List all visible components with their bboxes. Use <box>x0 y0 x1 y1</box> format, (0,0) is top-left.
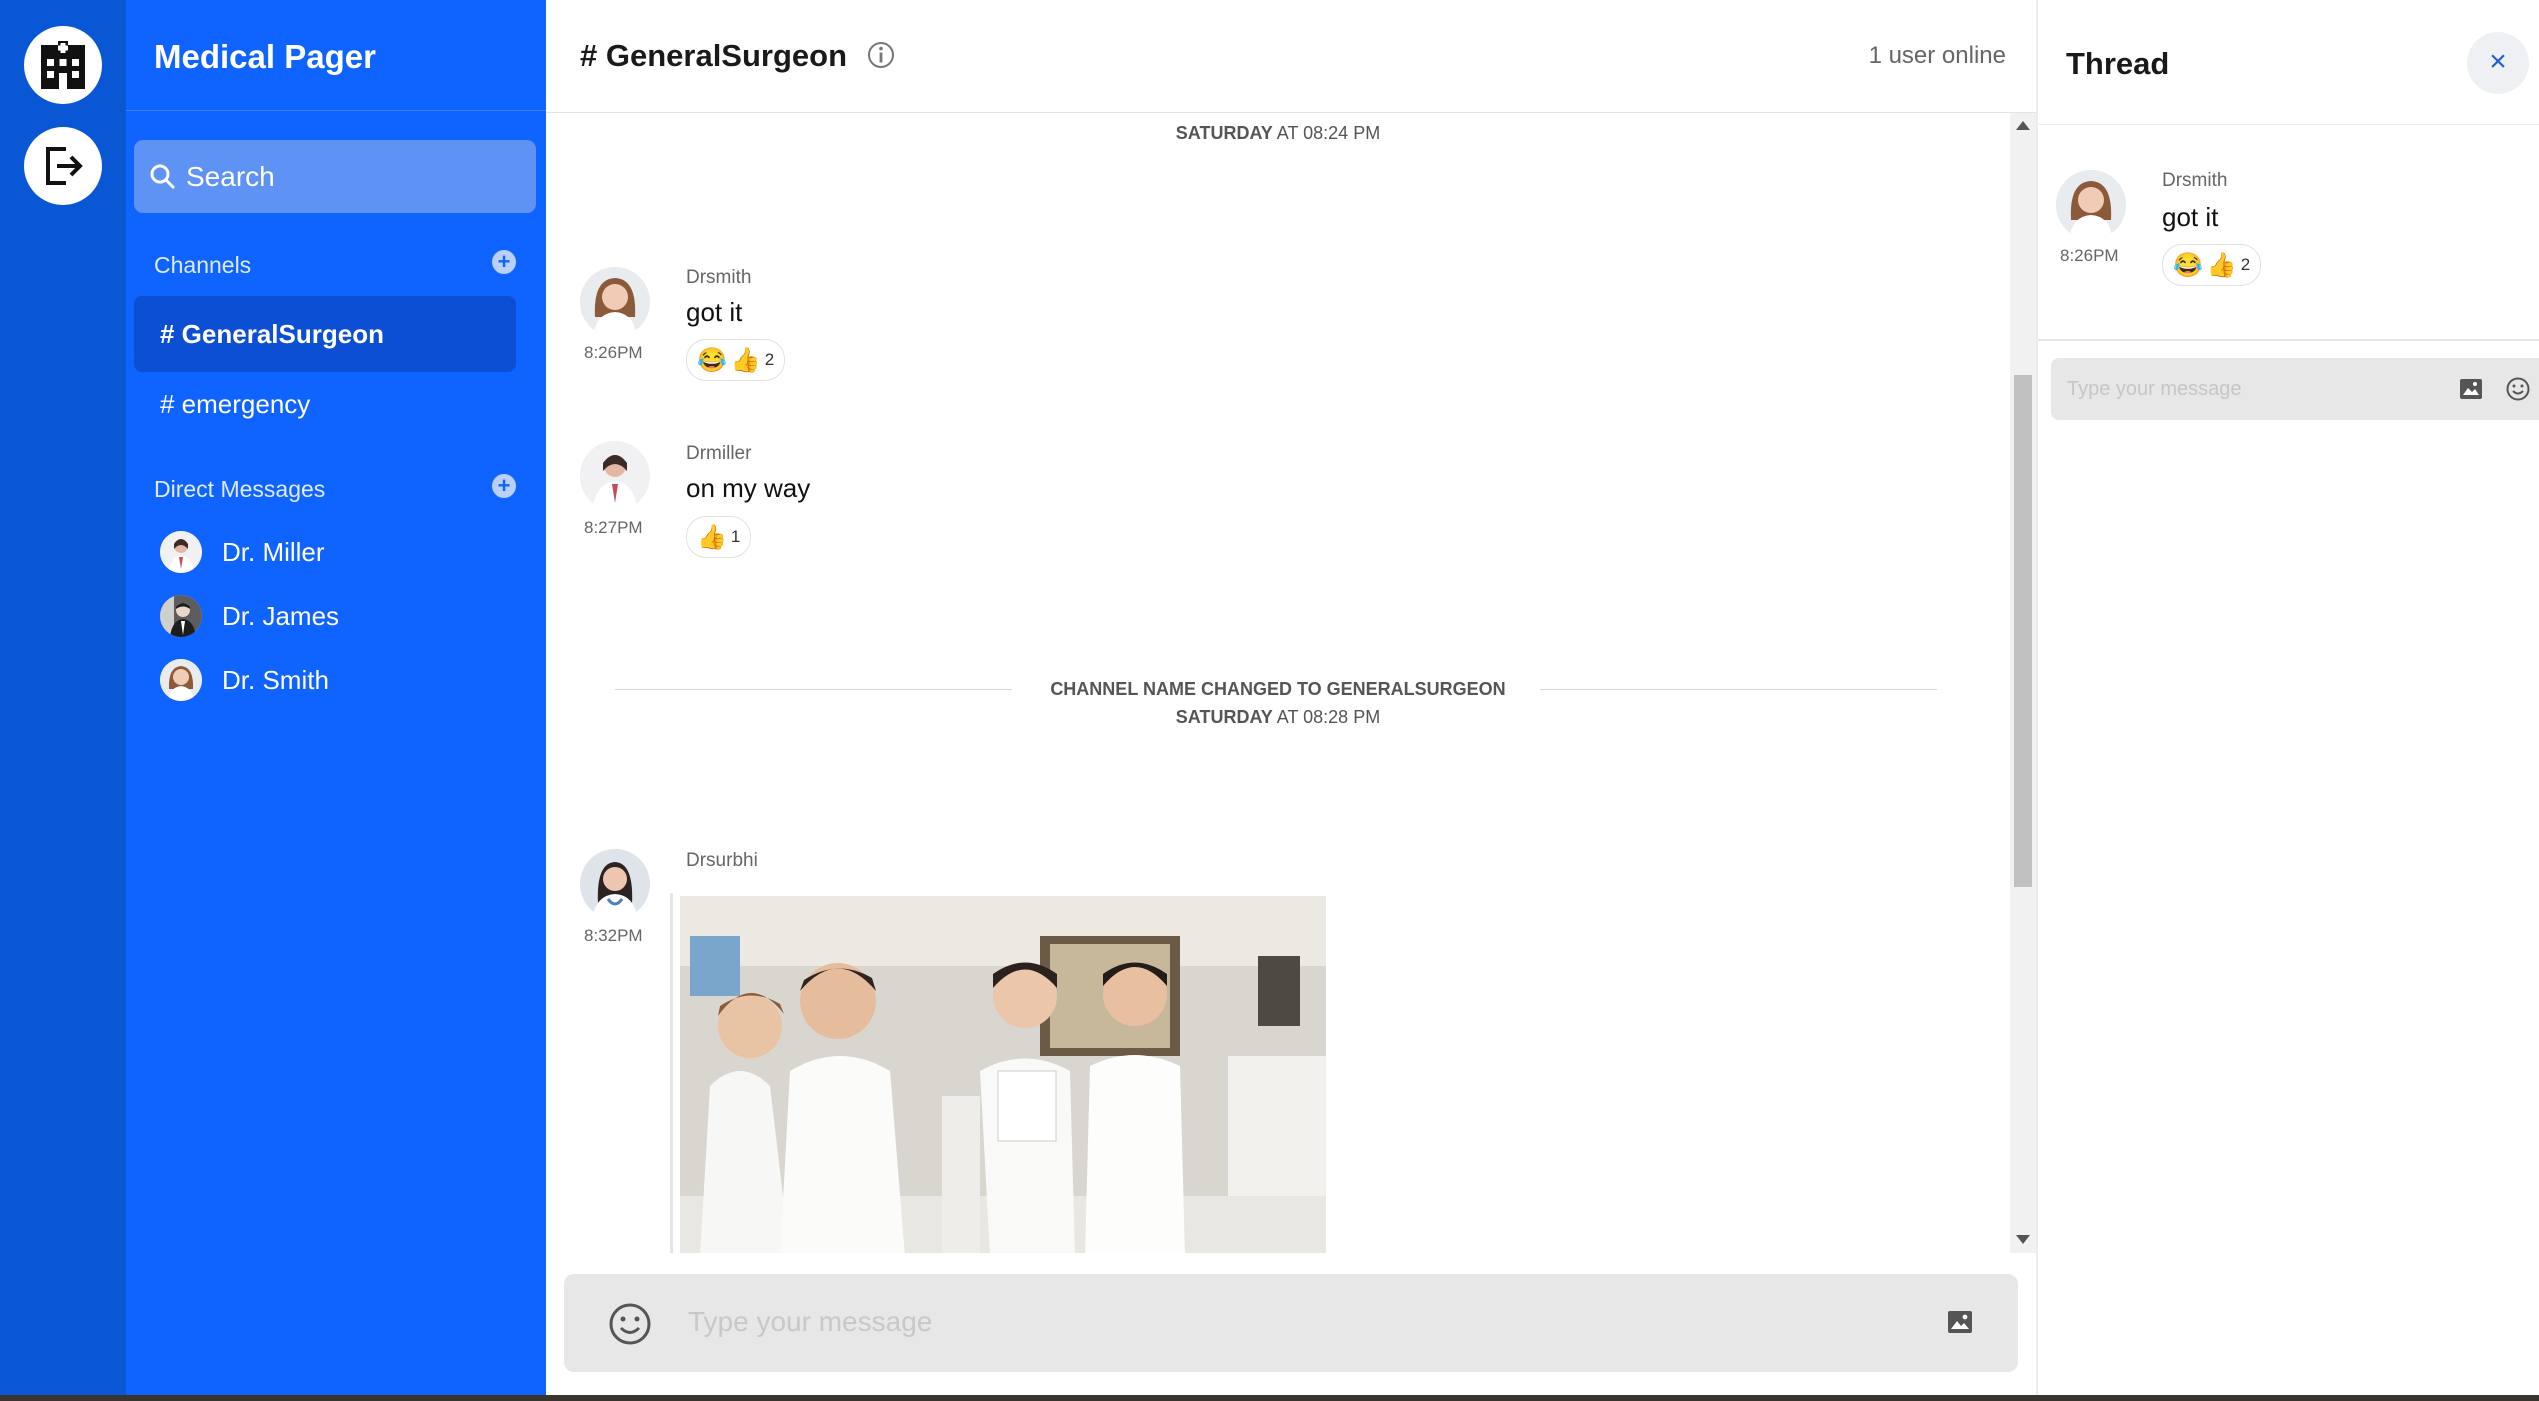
thread-message-text: got it <box>2162 202 2219 232</box>
thread-input-placeholder[interactable]: Type your message <box>2067 378 2242 401</box>
search-icon <box>150 164 176 189</box>
message-author[interactable]: Drmiller <box>686 443 751 465</box>
channel-label: # GeneralSurgeon <box>160 318 384 349</box>
info-icon <box>868 42 894 68</box>
message-text: got it <box>686 297 743 327</box>
app-title: Medical Pager <box>154 38 376 75</box>
reaction-count: 2 <box>2240 255 2251 274</box>
direct-messages-section-title: Direct Messages <box>154 476 326 502</box>
thread-message-time: 8:26PM <box>2060 246 2119 265</box>
message-text: on my way <box>686 473 811 503</box>
smiley-icon[interactable] <box>2505 376 2531 402</box>
hospital-icon <box>41 41 85 89</box>
thread-message-author[interactable]: Drsmith <box>2162 170 2227 192</box>
dm-name: Dr. Miller <box>222 536 325 567</box>
reaction-bar[interactable]: 😂 👍 2 <box>686 339 786 381</box>
message-time: 8:26PM <box>584 343 643 362</box>
message-author[interactable]: Drsmith <box>686 267 751 289</box>
thread-divider <box>2038 339 2539 341</box>
online-count: 1 user online <box>1868 42 2006 69</box>
system-message-date: SATURDAY AT 08:28 PM <box>1175 707 1381 727</box>
avatar <box>160 531 202 573</box>
reaction-bar[interactable]: 👍 1 <box>686 516 752 558</box>
thread-header-divider <box>2038 124 2539 125</box>
icon-rail <box>0 0 126 1395</box>
scroll-up-arrow-icon[interactable] <box>2016 121 2030 130</box>
image-icon[interactable] <box>2459 377 2483 401</box>
channel-title: # GeneralSurgeon <box>580 38 848 73</box>
channels-section-title: Channels <box>154 252 252 278</box>
channel-item-emergency[interactable]: # emergency <box>134 366 516 442</box>
message-avatar[interactable] <box>580 849 650 919</box>
image-attachment[interactable] <box>680 896 1326 1253</box>
window-bottom-edge <box>0 1395 2539 1401</box>
avatar <box>160 595 202 637</box>
channel-sidebar: Medical Pager Search Channels + # Genera… <box>126 0 546 1395</box>
thread-message-avatar[interactable] <box>2056 170 2126 240</box>
message-time: 8:27PM <box>584 518 643 537</box>
search-placeholder: Search <box>186 160 275 192</box>
image-icon <box>1948 1311 1972 1333</box>
laughing-emoji-icon: 😂 <box>2173 251 2203 279</box>
thread-reaction-bar[interactable]: 😂 👍 2 <box>2162 244 2262 286</box>
thread-panel: Thread × 8:26PM Drsmith got it 😂 👍 2 Typ… <box>2036 0 2539 1395</box>
avatar <box>160 659 202 701</box>
smiley-icon <box>609 1303 651 1345</box>
add-channel-icon[interactable]: + <box>492 250 516 274</box>
message-avatar[interactable] <box>580 441 650 511</box>
close-icon: × <box>2489 45 2507 78</box>
close-thread-button[interactable]: × <box>2467 32 2529 94</box>
channel-label: # emergency <box>160 388 311 419</box>
add-direct-message-icon[interactable]: + <box>492 474 516 498</box>
scrollbar-thumb[interactable] <box>2014 375 2032 887</box>
attach-image-button[interactable] <box>1946 1308 1974 1341</box>
thumbs-up-emoji-icon: 👍 <box>2206 251 2237 279</box>
search-input[interactable]: Search <box>134 140 536 213</box>
message-list: SATURDAY AT 08:24 PM 8:26PM Drsmith got … <box>546 113 2010 1253</box>
system-message: CHANNEL NAME CHANGED TO GENERALSURGEON <box>1050 679 1506 699</box>
laughing-emoji-icon: 😂 <box>697 346 727 374</box>
sidebar-divider <box>126 110 546 111</box>
dm-name: Dr. Smith <box>222 664 329 695</box>
message-input-placeholder[interactable]: Type your message <box>688 1306 932 1338</box>
channel-item-generalsurgeon[interactable]: # GeneralSurgeon <box>134 296 516 372</box>
scroll-down-arrow-icon[interactable] <box>2016 1235 2030 1244</box>
emoji-picker-button[interactable] <box>608 1302 652 1351</box>
channel-main: # GeneralSurgeon 1 user online SATURDAY … <box>546 0 2036 1395</box>
dm-name: Dr. James <box>222 600 340 631</box>
message-author[interactable]: Drsurbhi <box>686 850 758 872</box>
channel-info-button[interactable] <box>866 40 896 75</box>
thumbs-up-emoji-icon: 👍 <box>697 523 727 551</box>
date-separator: SATURDAY AT 08:24 PM <box>1175 123 1381 143</box>
logout-button[interactable] <box>24 127 102 205</box>
message-time: 8:32PM <box>584 926 643 945</box>
dm-item-dr-miller[interactable]: Dr. Miller <box>160 530 325 574</box>
thumbs-up-emoji-icon: 👍 <box>730 346 761 374</box>
thread-title: Thread <box>2066 46 2170 81</box>
message-composer[interactable]: Type your message <box>564 1274 2018 1372</box>
reaction-count: 1 <box>730 527 741 546</box>
dm-item-dr-smith[interactable]: Dr. Smith <box>160 658 329 702</box>
channel-header: # GeneralSurgeon 1 user online <box>546 0 2036 113</box>
thread-message-composer[interactable]: Type your message <box>2051 358 2539 420</box>
dm-item-dr-james[interactable]: Dr. James <box>160 594 339 638</box>
message-avatar[interactable] <box>580 267 650 337</box>
logout-icon <box>46 147 83 185</box>
message-list-scrollbar[interactable] <box>2010 113 2036 1253</box>
reaction-count: 2 <box>764 350 775 369</box>
attachment-border <box>670 893 673 1253</box>
hospital-logo-button[interactable] <box>24 26 102 104</box>
